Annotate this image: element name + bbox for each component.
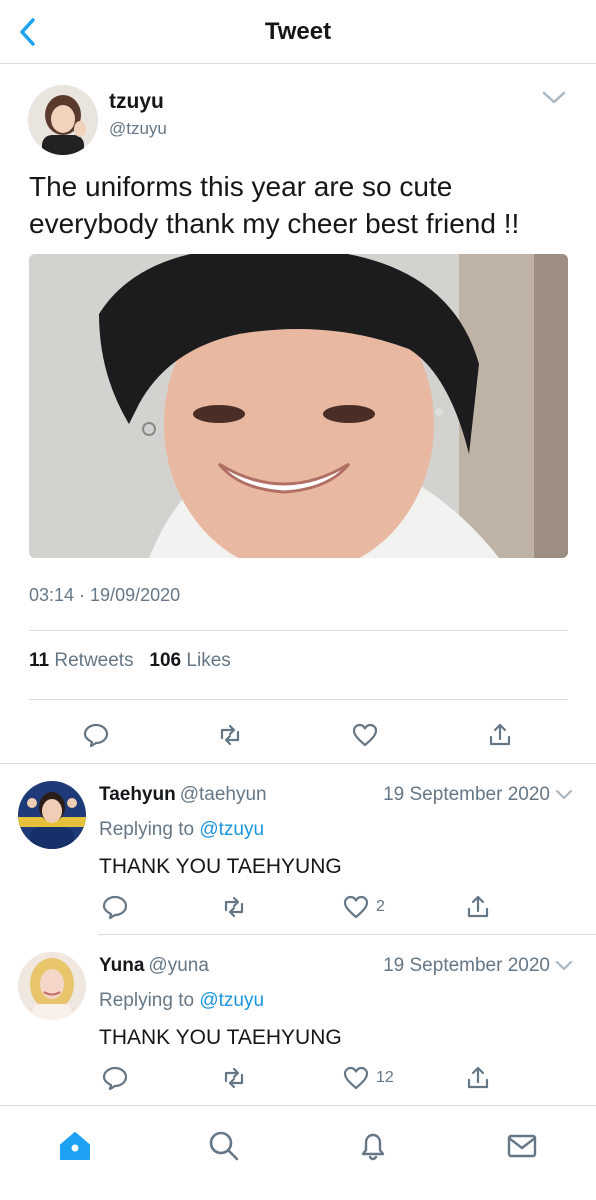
tab-notifications[interactable] xyxy=(353,1126,393,1166)
reply-text: THANK YOU TAEHYUNG xyxy=(99,855,342,878)
comment-icon xyxy=(102,895,128,920)
share-icon xyxy=(467,1066,489,1089)
reply-item[interactable]: Taehyun @taehyun 19 September 2020 Replyi… xyxy=(0,764,596,934)
reply-item[interactable]: Yuna @yuna 19 September 2020 Replying to … xyxy=(0,935,596,1105)
tweet-text: The uniforms this year are so cute every… xyxy=(29,171,520,239)
tab-home[interactable] xyxy=(55,1126,95,1166)
reply-actions: 12 xyxy=(0,1061,596,1101)
heart-icon xyxy=(343,895,369,919)
reply-avatar[interactable] xyxy=(18,781,86,849)
author-avatar[interactable] xyxy=(28,85,98,155)
share-button[interactable] xyxy=(464,1061,492,1095)
likes-count: 106 xyxy=(149,650,182,671)
tab-search[interactable] xyxy=(204,1126,244,1166)
like-count: 12 xyxy=(376,1069,394,1086)
replying-to-prefix: Replying to xyxy=(99,990,195,1011)
retweet-button[interactable] xyxy=(216,718,244,752)
tweet-media-image[interactable] xyxy=(29,254,568,558)
divider xyxy=(29,699,568,700)
reply-author-name: Taehyun xyxy=(99,784,176,805)
reply-author-name: Yuna xyxy=(99,955,145,976)
reply-button[interactable] xyxy=(82,718,110,752)
page-title: Tweet xyxy=(264,18,332,45)
reply-avatar[interactable] xyxy=(18,952,86,1020)
retweet-button[interactable] xyxy=(220,1061,248,1095)
tweet-stats: 11 Retweets 106 Likes xyxy=(29,650,231,672)
reply-author-handle: @yuna xyxy=(148,955,209,976)
notifications-icon xyxy=(361,1133,385,1161)
bottom-tab-bar xyxy=(0,1105,596,1200)
author-handle[interactable]: @tzuyu xyxy=(109,119,167,139)
reply-actions: 2 xyxy=(0,890,596,930)
replying-to: Replying to @tzuyu xyxy=(99,990,264,1012)
tweet-timestamp: 03:14 · 19/09/2020 xyxy=(29,585,181,605)
reply-date: 19 September 2020 xyxy=(383,955,550,976)
replying-to-prefix: Replying to xyxy=(99,819,195,840)
retweets-stat[interactable]: 11 Retweets xyxy=(29,650,134,671)
reply-text: THANK YOU TAEHYUNG xyxy=(99,1026,342,1049)
retweet-icon xyxy=(224,1067,244,1089)
retweet-button[interactable] xyxy=(220,890,248,924)
reply-options-button[interactable] xyxy=(554,959,574,973)
reply-author[interactable]: Yuna @yuna xyxy=(99,955,209,977)
like-button[interactable]: 2 xyxy=(342,890,385,924)
chevron-down-icon xyxy=(555,960,573,971)
replying-to-link[interactable]: @tzuyu xyxy=(199,990,264,1011)
share-button[interactable] xyxy=(464,890,492,924)
reply-button[interactable] xyxy=(101,1061,129,1095)
heart-icon xyxy=(343,1066,369,1090)
messages-icon xyxy=(507,1134,537,1158)
comment-icon xyxy=(83,723,109,748)
share-button[interactable] xyxy=(486,718,514,752)
reply-author-handle: @taehyun xyxy=(179,784,267,805)
author-name[interactable]: tzuyu xyxy=(109,90,164,114)
replying-to-link[interactable]: @tzuyu xyxy=(199,819,264,840)
likes-label: Likes xyxy=(186,650,231,671)
like-count: 2 xyxy=(376,898,385,915)
share-icon xyxy=(467,895,489,918)
home-icon xyxy=(60,1132,90,1160)
tweet-actions xyxy=(0,718,596,758)
reply-options-button[interactable] xyxy=(554,788,574,802)
retweets-label: Retweets xyxy=(54,650,134,671)
share-icon xyxy=(489,723,511,746)
heart-icon xyxy=(352,723,378,747)
retweets-count: 11 xyxy=(29,650,50,671)
top-bar: Tweet xyxy=(0,0,596,64)
likes-stat[interactable]: 106 Likes xyxy=(149,650,230,671)
retweet-icon xyxy=(224,896,244,918)
tab-messages[interactable] xyxy=(502,1126,542,1166)
chevron-down-icon xyxy=(542,91,566,104)
retweet-icon xyxy=(220,724,240,746)
tweet-options-button[interactable] xyxy=(540,89,568,107)
reply-button[interactable] xyxy=(101,890,129,924)
like-button[interactable] xyxy=(351,718,379,752)
reply-date: 19 September 2020 xyxy=(383,784,550,805)
divider xyxy=(29,630,568,631)
chevron-down-icon xyxy=(555,789,573,800)
search-icon xyxy=(209,1131,239,1161)
comment-icon xyxy=(102,1066,128,1091)
reply-author[interactable]: Taehyun @taehyun xyxy=(99,784,267,806)
replying-to: Replying to @tzuyu xyxy=(99,819,264,841)
like-button[interactable]: 12 xyxy=(342,1061,394,1095)
